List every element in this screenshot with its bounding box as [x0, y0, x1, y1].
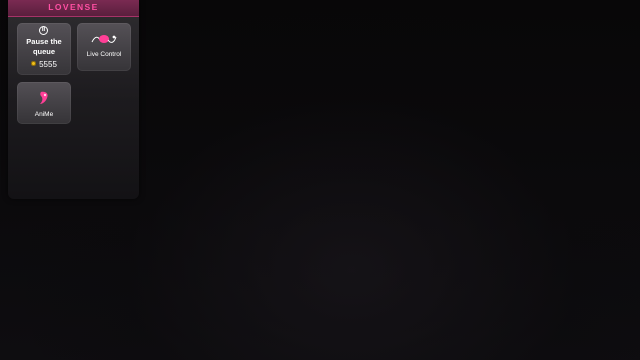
token-cost: 5555: [17, 60, 71, 70]
anime-toy-icon: [40, 91, 48, 104]
token-amount: 5555: [39, 60, 57, 69]
pause-queue-label: Pause the queue: [26, 37, 62, 56]
lovense-panel: LOVENSE II Pause the queue 5555 Live Con…: [8, 0, 139, 199]
live-control-button[interactable]: Live Control: [77, 23, 131, 71]
video-background: LOVENSE II Pause the queue 5555 Live Con…: [0, 0, 640, 360]
anime-label: AniMe: [34, 111, 54, 118]
live-control-label: Live Control: [86, 51, 122, 58]
pause-queue-button[interactable]: II Pause the queue 5555: [17, 23, 71, 75]
anime-button[interactable]: AniMe: [17, 82, 71, 124]
panel-header: LOVENSE: [8, 0, 139, 17]
coin-icon: [31, 61, 37, 66]
pause-icon: II: [39, 26, 48, 35]
lovense-logo: LOVENSE: [48, 2, 99, 12]
live-control-toy-icon: [91, 35, 117, 43]
